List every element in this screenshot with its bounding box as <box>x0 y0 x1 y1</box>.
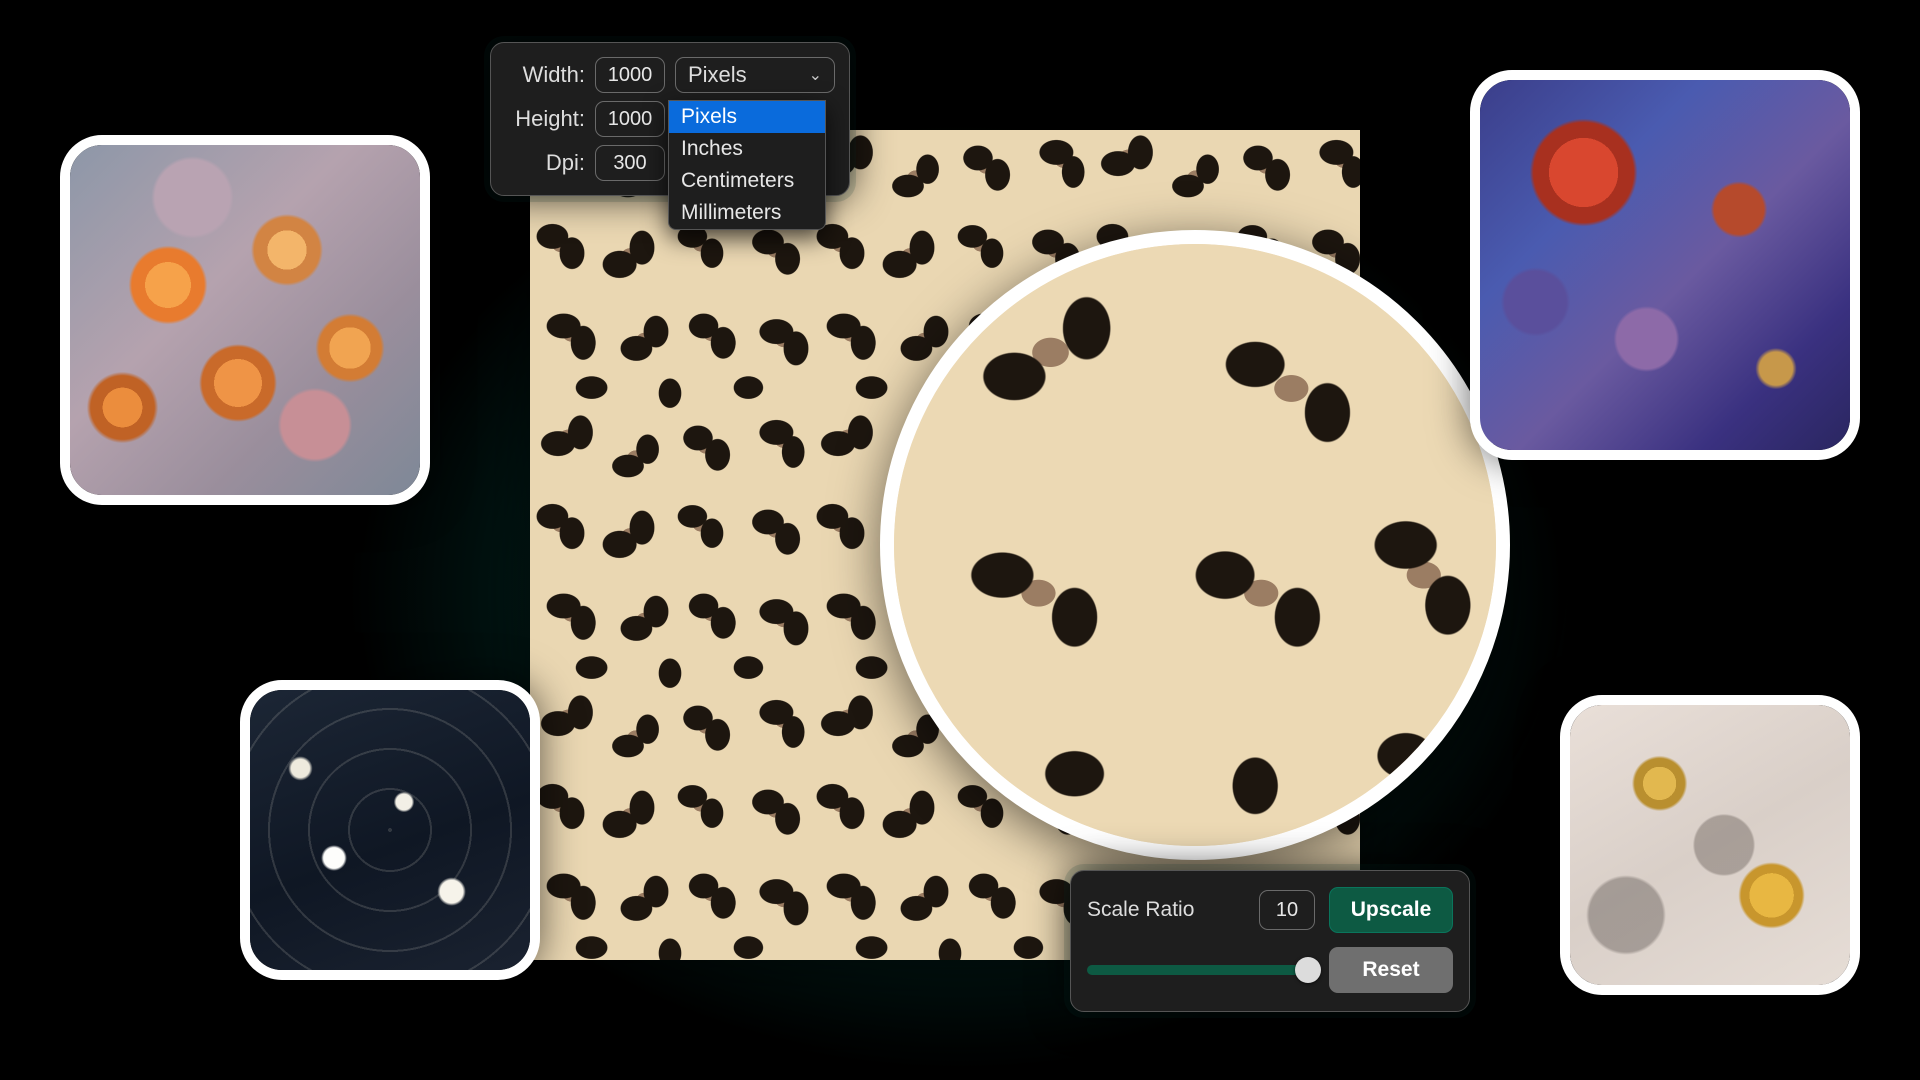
chevron-down-icon: ⌄ <box>809 65 822 85</box>
height-label: Height: <box>505 106 585 132</box>
slider-knob[interactable] <box>1295 957 1321 983</box>
stage: Width: Pixels ⌄ Height: Dpi: Pixels Inch… <box>0 0 1920 1080</box>
thumbnail-red-purple-brocade[interactable] <box>1470 70 1860 460</box>
unit-select[interactable]: Pixels ⌄ <box>675 57 835 93</box>
scale-ratio-input[interactable] <box>1259 890 1315 930</box>
width-input[interactable] <box>595 57 665 93</box>
magnifier-lens[interactable] <box>880 230 1510 860</box>
unit-option-inches[interactable]: Inches <box>669 133 825 165</box>
unit-selected-text: Pixels <box>688 62 747 88</box>
upscale-panel: Scale Ratio Upscale Reset <box>1070 870 1470 1012</box>
unit-option-centimeters[interactable]: Centimeters <box>669 165 825 197</box>
unit-dropdown: Pixels Inches Centimeters Millimeters <box>668 100 826 230</box>
scale-ratio-slider[interactable] <box>1087 965 1315 975</box>
dpi-label: Dpi: <box>505 150 585 176</box>
unit-option-pixels[interactable]: Pixels <box>669 101 825 133</box>
thumbnail-gold-gray-floral[interactable] <box>1560 695 1860 995</box>
thumbnail-painted-orange-flowers[interactable] <box>60 135 430 505</box>
width-label: Width: <box>505 62 585 88</box>
scale-ratio-label: Scale Ratio <box>1087 898 1245 922</box>
dpi-input[interactable] <box>595 145 665 181</box>
upscale-button[interactable]: Upscale <box>1329 887 1453 933</box>
unit-option-millimeters[interactable]: Millimeters <box>669 197 825 229</box>
thumbnail-white-damask-on-navy[interactable] <box>240 680 540 980</box>
height-input[interactable] <box>595 101 665 137</box>
reset-button[interactable]: Reset <box>1329 947 1453 993</box>
